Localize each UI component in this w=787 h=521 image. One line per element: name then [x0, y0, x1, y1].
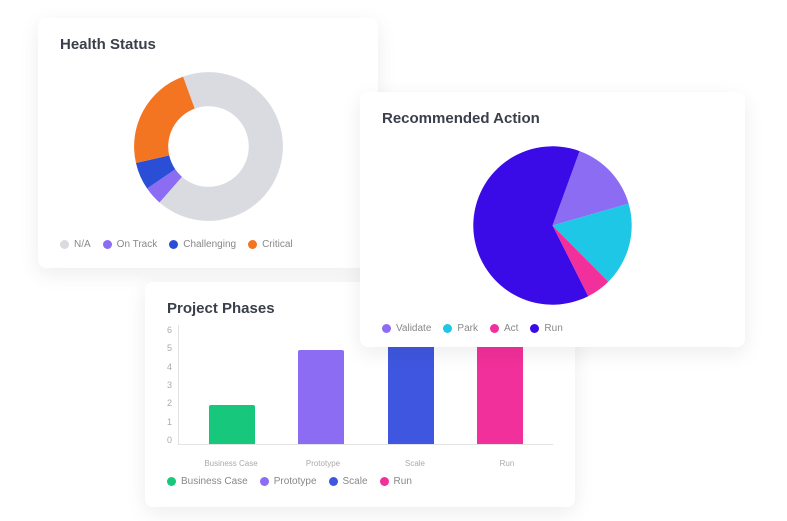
x-tick-label: Business Case	[191, 459, 272, 468]
legend-swatch	[329, 477, 338, 486]
y-tick: 0	[167, 435, 172, 445]
bar-group	[282, 350, 361, 444]
legend-swatch	[169, 240, 178, 249]
bar-group	[371, 330, 450, 444]
bar	[209, 405, 255, 444]
y-tick: 2	[167, 398, 172, 408]
y-tick: 5	[167, 343, 172, 353]
legend-swatch	[490, 324, 499, 333]
y-axis: 6 5 4 3 2 1 0	[167, 325, 178, 445]
legend-item: Prototype	[260, 476, 317, 487]
y-tick: 6	[167, 325, 172, 335]
legend-item: Act	[490, 323, 518, 334]
recommended-action-legend: Validate Park Act Run	[382, 323, 723, 334]
bar	[298, 350, 344, 444]
legend-item: Business Case	[167, 476, 248, 487]
health-status-chart	[60, 61, 356, 231]
legend-label: Validate	[396, 323, 431, 334]
legend-swatch	[443, 324, 452, 333]
legend-label: On Track	[117, 239, 158, 250]
legend-item: Critical	[248, 239, 293, 250]
legend-swatch	[530, 324, 539, 333]
legend-item: Park	[443, 323, 478, 334]
y-tick: 4	[167, 362, 172, 372]
legend-label: Scale	[343, 476, 368, 487]
health-status-title: Health Status	[60, 36, 356, 53]
recommended-action-title: Recommended Action	[382, 110, 723, 127]
legend-swatch	[380, 477, 389, 486]
legend-label: Prototype	[274, 476, 317, 487]
legend-item: Validate	[382, 323, 431, 334]
x-axis-labels: Business Case Prototype Scale Run	[167, 459, 553, 468]
x-tick-label: Prototype	[283, 459, 364, 468]
project-phases-legend: Business Case Prototype Scale Run	[167, 476, 553, 487]
bar-group	[192, 405, 271, 444]
bar	[477, 330, 523, 444]
pie-slice	[134, 76, 195, 162]
legend-label: N/A	[74, 239, 91, 250]
y-tick: 1	[167, 417, 172, 427]
x-tick-label: Run	[467, 459, 548, 468]
legend-label: Challenging	[183, 239, 236, 250]
legend-label: Act	[504, 323, 518, 334]
legend-item: N/A	[60, 239, 91, 250]
legend-swatch	[167, 477, 176, 486]
legend-item: Run	[530, 323, 562, 334]
legend-swatch	[103, 240, 112, 249]
legend-label: Run	[544, 323, 562, 334]
legend-label: Park	[457, 323, 478, 334]
legend-swatch	[260, 477, 269, 486]
y-tick: 3	[167, 380, 172, 390]
legend-label: Run	[394, 476, 412, 487]
legend-item: Scale	[329, 476, 368, 487]
legend-item: Challenging	[169, 239, 236, 250]
pie-chart-svg	[470, 143, 635, 308]
legend-swatch	[382, 324, 391, 333]
recommended-action-card: Recommended Action Validate Park Act Run	[360, 92, 745, 347]
health-status-card: Health Status N/A On Track Challenging Crit…	[38, 18, 378, 268]
health-status-legend: N/A On Track Challenging Critical	[60, 239, 356, 250]
legend-label: Critical	[262, 239, 293, 250]
bar-group	[461, 330, 540, 444]
x-tick-label: Scale	[375, 459, 456, 468]
legend-swatch	[248, 240, 257, 249]
bar	[388, 330, 434, 444]
legend-swatch	[60, 240, 69, 249]
recommended-action-chart	[382, 135, 723, 315]
donut-chart-svg	[131, 69, 286, 224]
legend-item: Run	[380, 476, 412, 487]
legend-item: On Track	[103, 239, 158, 250]
legend-label: Business Case	[181, 476, 248, 487]
